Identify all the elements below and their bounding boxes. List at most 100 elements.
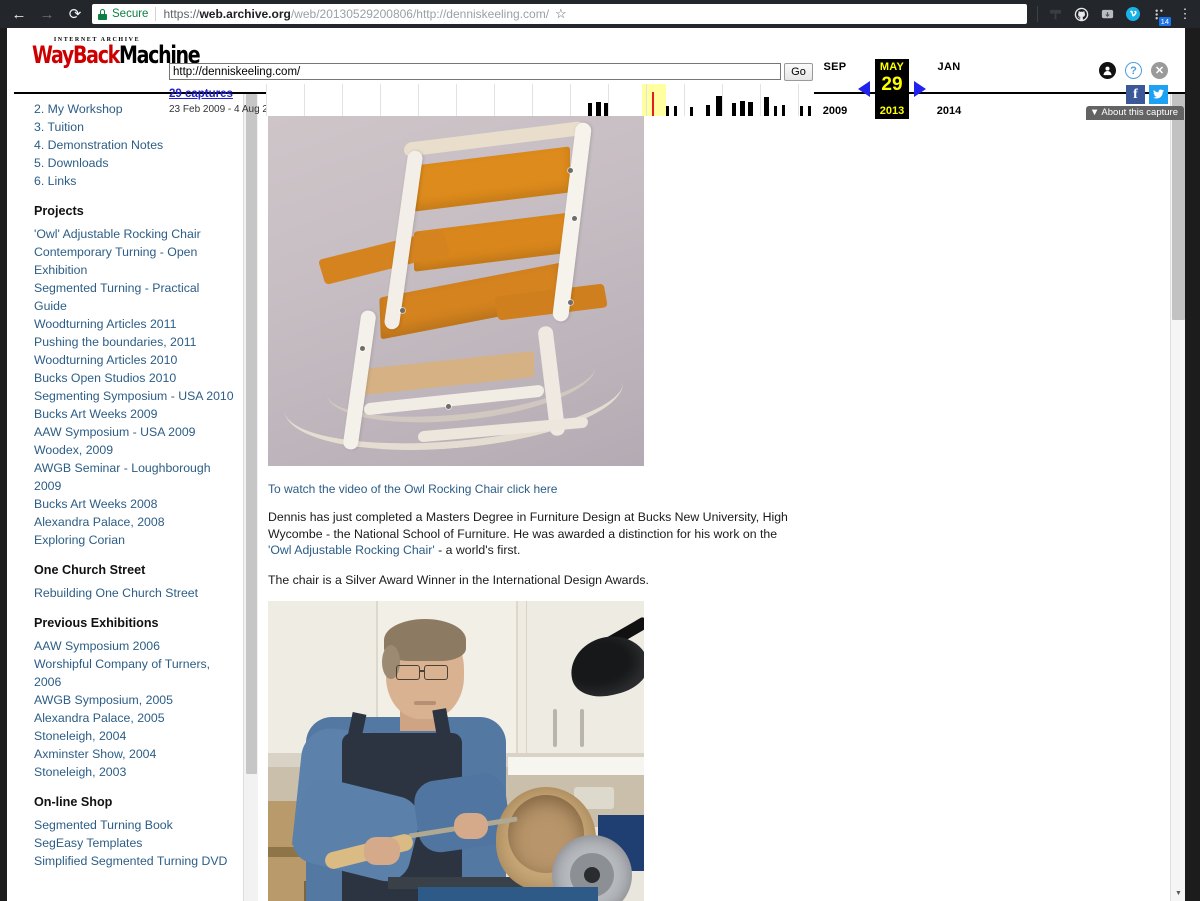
- timeline-capture-bar[interactable]: [748, 102, 753, 116]
- sidebar-link-3-0[interactable]: Segmented Turning Book: [34, 816, 235, 834]
- timeline-capture-bar[interactable]: [596, 102, 601, 116]
- timeline-capture-bar[interactable]: [782, 105, 785, 116]
- lathe-body: [418, 887, 598, 901]
- sidebar-link-0-7[interactable]: Segmenting Symposium - USA 2010: [34, 387, 235, 405]
- lathe-chuck-center: [584, 867, 600, 883]
- sidebar-nav-item-2[interactable]: 4. Demonstration Notes: [34, 136, 235, 154]
- sidebar-link-0-1[interactable]: Contemporary Turning - Open Exhibition: [34, 243, 235, 279]
- kebab-menu-icon[interactable]: ⋮: [1172, 1, 1198, 27]
- timeline-capture-bar[interactable]: [740, 101, 745, 116]
- timeline-capture-bar[interactable]: [588, 103, 592, 116]
- reload-icon[interactable]: ⟳: [62, 1, 88, 27]
- facebook-share-icon[interactable]: f: [1126, 85, 1145, 104]
- chair-bolt: [446, 404, 451, 409]
- timeline-capture-bar[interactable]: [690, 107, 693, 116]
- star-icon[interactable]: ☆: [555, 6, 567, 22]
- timeline-capture-bar[interactable]: [808, 106, 811, 116]
- tab-counter-icon[interactable]: 14: [1146, 1, 1172, 27]
- chair-bolt: [572, 216, 577, 221]
- sidebar-link-0-13[interactable]: Alexandra Palace, 2008: [34, 513, 235, 531]
- chair-bolt: [568, 300, 573, 305]
- scroll-down-arrow-icon[interactable]: ▼: [1171, 886, 1185, 901]
- sidebar-link-0-5[interactable]: Woodturning Articles 2010: [34, 351, 235, 369]
- captures-count-link[interactable]: 29 captures: [169, 88, 233, 100]
- sidebar-link-0-9[interactable]: AAW Symposium - USA 2009: [34, 423, 235, 441]
- sidebar-link-0-4[interactable]: Pushing the boundaries, 2011: [34, 333, 235, 351]
- wayback-logo[interactable]: INTERNET ARCHIVE WayBackMachine: [32, 37, 201, 67]
- sidebar-link-0-12[interactable]: Bucks Art Weeks 2008: [34, 495, 235, 513]
- sidebar-link-0-14[interactable]: Exploring Corian: [34, 531, 235, 549]
- timeline-capture-bar[interactable]: [666, 106, 669, 116]
- prev-capture-arrow-icon[interactable]: [853, 59, 875, 119]
- timeline-capture-bar[interactable]: [774, 106, 777, 116]
- sidebar-scrollbar-thumb[interactable]: [246, 94, 257, 774]
- sidebar-nav-item-4[interactable]: 6. Links: [34, 172, 235, 190]
- intro-text-part1: Dennis has just completed a Masters Degr…: [268, 510, 788, 541]
- sidebar-link-0-11[interactable]: AWGB Seminar - Loughborough 2009: [34, 459, 235, 495]
- about-this-capture-label: About this capture: [1101, 107, 1178, 118]
- about-this-capture-button[interactable]: ▼ About this capture: [1085, 106, 1184, 120]
- timeline-capture-bar[interactable]: [674, 106, 677, 116]
- timeline-capture-bar[interactable]: [604, 103, 608, 116]
- sidebar-link-2-0[interactable]: AAW Symposium 2006: [34, 637, 235, 655]
- sidebar-link-2-5[interactable]: Axminster Show, 2004: [34, 745, 235, 763]
- wayback-go-button[interactable]: Go: [784, 63, 813, 81]
- prev-capture-date[interactable]: SEP 2009: [817, 59, 853, 119]
- social-share-buttons: f: [1126, 85, 1168, 104]
- timeline-capture-bar[interactable]: [800, 106, 803, 116]
- sidebar-link-2-4[interactable]: Stoneleigh, 2004: [34, 727, 235, 745]
- glasses-lens-left: [396, 665, 420, 680]
- sidebar-nav-item-1[interactable]: 3. Tuition: [34, 118, 235, 136]
- capture-timeline[interactable]: [266, 84, 814, 116]
- wayback-toolbar-controls: ? ✕: [1099, 62, 1168, 79]
- page-content-area: INTERNET ARCHIVE WayBackMachine Go 29 ca…: [7, 28, 1185, 901]
- pocket-save-icon[interactable]: [1094, 1, 1120, 27]
- sidebar-link-0-8[interactable]: Bucks Art Weeks 2009: [34, 405, 235, 423]
- sidebar-link-0-3[interactable]: Woodturning Articles 2011: [34, 315, 235, 333]
- timeline-capture-bar[interactable]: [732, 103, 736, 116]
- timeline-month-tick: [798, 84, 799, 116]
- clamp-tool-icon[interactable]: [1042, 1, 1068, 27]
- vimeo-v-icon[interactable]: [1120, 1, 1146, 27]
- sidebar-link-0-0[interactable]: 'Owl' Adjustable Rocking Chair: [34, 225, 235, 243]
- timeline-capture-bar[interactable]: [706, 105, 710, 116]
- timeline-capture-bar[interactable]: [764, 97, 769, 116]
- current-capture-date: MAY 29 2013: [875, 59, 909, 119]
- sidebar-link-2-3[interactable]: Alexandra Palace, 2005: [34, 709, 235, 727]
- url-path: /web/20130529200806/http://denniskeeling…: [290, 7, 550, 21]
- address-bar[interactable]: Secure https://web.archive.org/web/20130…: [92, 4, 1027, 24]
- chair-back-panel-upper: [414, 146, 570, 212]
- sidebar-link-2-6[interactable]: Stoneleigh, 2003: [34, 763, 235, 781]
- next-capture-date[interactable]: JAN 2014: [931, 59, 967, 119]
- timeline-current-marker: [652, 92, 654, 116]
- wayback-url-input[interactable]: [169, 63, 781, 80]
- page-scrollbar[interactable]: ▲ ▼: [1170, 28, 1185, 901]
- sidebar-link-0-10[interactable]: Woodex, 2009: [34, 441, 235, 459]
- github-icon[interactable]: [1068, 1, 1094, 27]
- forward-arrow-icon[interactable]: →: [34, 1, 60, 27]
- sidebar-link-3-1[interactable]: SegEasy Templates: [34, 834, 235, 852]
- back-arrow-icon[interactable]: ←: [6, 1, 32, 27]
- sidebar-nav-item-3[interactable]: 5. Downloads: [34, 154, 235, 172]
- owl-chair-video-link[interactable]: To watch the video of the Owl Rocking Ch…: [268, 482, 1185, 496]
- twitter-share-icon[interactable]: [1149, 85, 1168, 104]
- sidebar-link-3-2[interactable]: Simplified Segmented Turning DVD: [34, 852, 235, 870]
- user-account-icon[interactable]: [1099, 62, 1116, 79]
- security-label: Secure: [112, 8, 149, 20]
- help-icon[interactable]: ?: [1125, 62, 1142, 79]
- next-capture-arrow-icon[interactable]: [909, 59, 931, 119]
- sidebar-link-1-0[interactable]: Rebuilding One Church Street: [34, 584, 235, 602]
- url-scheme: https://: [163, 7, 200, 21]
- chair-arm-left: [318, 229, 450, 285]
- sidebar-link-0-6[interactable]: Bucks Open Studios 2010: [34, 369, 235, 387]
- close-icon[interactable]: ✕: [1151, 62, 1168, 79]
- wayback-wordmark: WayBackMachine: [32, 43, 201, 68]
- owl-chair-inline-link[interactable]: 'Owl Adjustable Rocking Chair': [268, 543, 435, 557]
- sidebar-link-2-1[interactable]: Worshipful Company of Turners, 2006: [34, 655, 235, 691]
- sidebar-link-2-2[interactable]: AWGB Symposium, 2005: [34, 691, 235, 709]
- sidebar-scrollbar[interactable]: [243, 94, 258, 901]
- page-scrollbar-thumb[interactable]: [1172, 60, 1185, 320]
- timeline-month-tick: [684, 84, 685, 116]
- timeline-capture-bar[interactable]: [716, 96, 722, 116]
- sidebar-link-0-2[interactable]: Segmented Turning - Practical Guide: [34, 279, 235, 315]
